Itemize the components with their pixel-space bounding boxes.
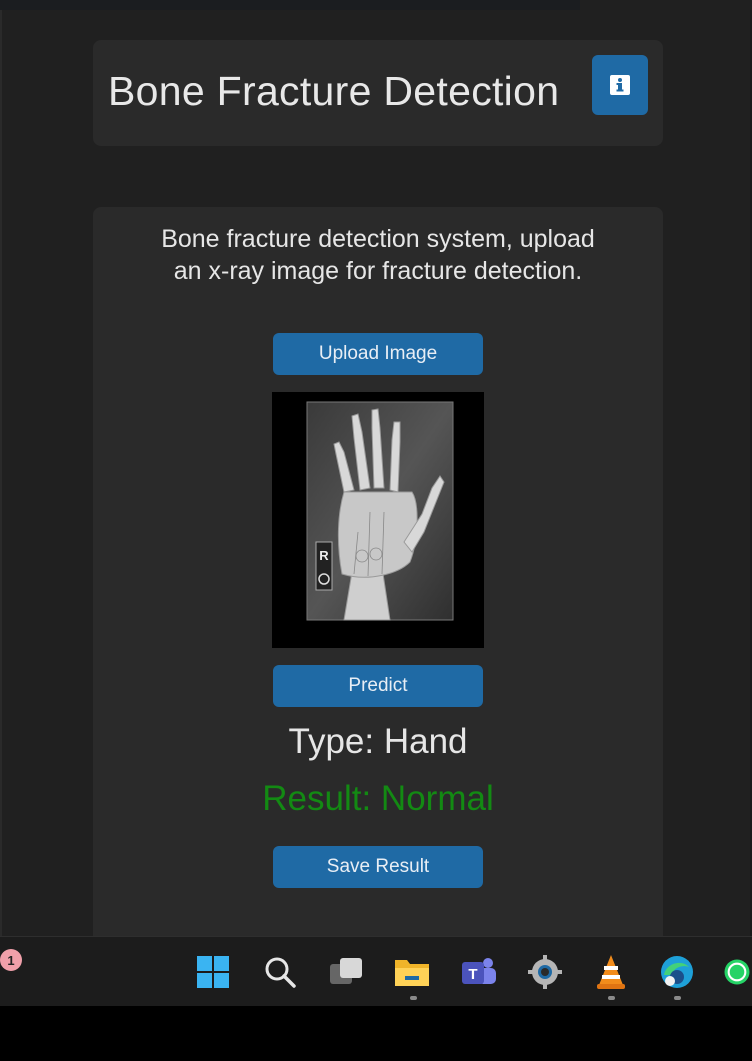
notification-badge: 1 — [0, 949, 22, 971]
svg-text:T: T — [468, 966, 477, 983]
settings-icon[interactable] — [526, 953, 564, 991]
edge-icon[interactable] — [658, 953, 696, 991]
description-text: Bone fracture detection system, upload a… — [161, 225, 595, 285]
type-result-text: Type: Hand — [288, 722, 468, 761]
xray-marker: R — [319, 548, 329, 563]
fracture-result-text: Result: Normal — [262, 779, 494, 818]
page-title: Bone Fracture Detection — [108, 68, 560, 114]
top-strip — [0, 0, 752, 10]
search-icon[interactable] — [261, 953, 299, 991]
info-button[interactable] — [592, 55, 648, 115]
taskbar: 1 T — [0, 936, 752, 1007]
main-card: Bone fracture detection system, upload a… — [93, 207, 663, 947]
header-card: Bone Fracture Detection — [93, 40, 663, 146]
windows-start-icon[interactable] — [194, 953, 232, 991]
screen: Bone Fracture Detection Bone fracture de… — [0, 0, 752, 1061]
xray-image: R — [272, 392, 484, 648]
save-result-button[interactable]: Save Result — [273, 846, 483, 888]
info-icon — [610, 75, 630, 95]
file-explorer-icon[interactable] — [393, 953, 431, 991]
vlc-icon[interactable] — [592, 953, 630, 991]
predict-button[interactable]: Predict — [273, 665, 483, 707]
whatsapp-icon[interactable] — [722, 953, 752, 991]
task-view-icon[interactable] — [327, 953, 365, 991]
teams-icon[interactable]: T — [460, 953, 498, 991]
bottom-black-area — [0, 1006, 752, 1061]
app-window: Bone Fracture Detection Bone fracture de… — [0, 10, 752, 947]
upload-image-button[interactable]: Upload Image — [273, 333, 483, 375]
